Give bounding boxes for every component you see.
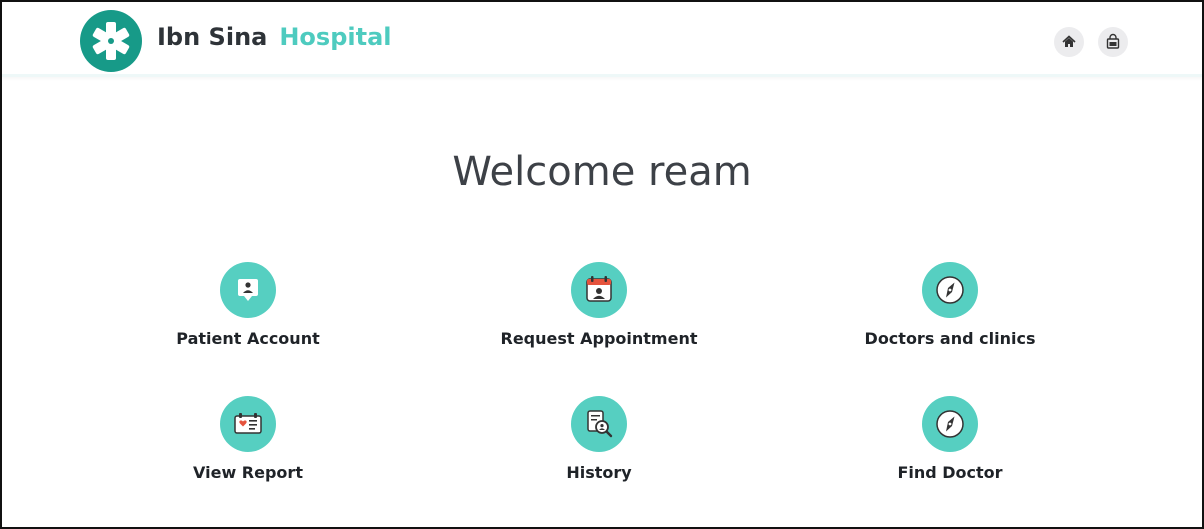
- tile-patient-account[interactable]: Patient Account: [98, 262, 398, 372]
- app-window: Ibn Sina Hospital Welcome ream Patient A…: [0, 0, 1204, 529]
- brand-accent: Hospital: [279, 23, 392, 51]
- tile-view-report[interactable]: View Report: [98, 396, 398, 506]
- medical-star-icon[interactable]: [80, 10, 142, 72]
- compass-icon: [922, 396, 978, 452]
- tile-label: Find Doctor: [897, 463, 1003, 482]
- compass-icon: [922, 262, 978, 318]
- home-button[interactable]: [1054, 27, 1084, 57]
- tile-history[interactable]: History: [449, 396, 749, 506]
- tile-request-appointment[interactable]: Request Appointment: [449, 262, 749, 372]
- calendar-appointment-icon: [571, 262, 627, 318]
- tile-label: History: [566, 463, 632, 482]
- welcome-heading: Welcome ream: [452, 149, 752, 195]
- tile-doctors-and-clinics[interactable]: Doctors and clinics: [800, 262, 1100, 372]
- home-icon: [1062, 35, 1076, 47]
- tile-label: Patient Account: [176, 329, 320, 348]
- tile-find-doctor[interactable]: Find Doctor: [800, 396, 1100, 506]
- shop-button[interactable]: [1098, 27, 1128, 57]
- shopping-bag-icon: [1106, 33, 1120, 49]
- brand-title[interactable]: Ibn Sina Hospital: [157, 22, 392, 52]
- tile-label: Request Appointment: [500, 329, 698, 348]
- top-navbar: Ibn Sina Hospital: [2, 2, 1202, 77]
- document-search-icon: [571, 396, 627, 452]
- tile-label: View Report: [193, 463, 303, 482]
- brand-name: Ibn Sina: [157, 23, 268, 51]
- report-card-icon: [220, 396, 276, 452]
- patient-account-icon: [220, 262, 276, 318]
- tile-label: Doctors and clinics: [864, 329, 1036, 348]
